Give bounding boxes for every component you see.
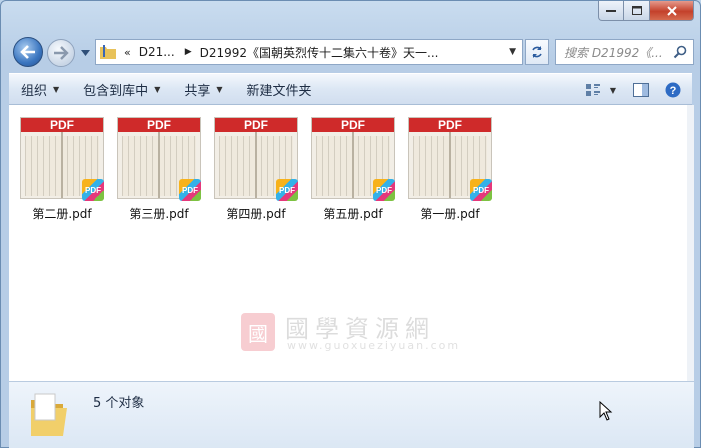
change-view-button[interactable] — [580, 78, 606, 102]
include-in-library-label: 包含到库中 — [83, 83, 149, 99]
file-name[interactable]: 第四册.pdf — [208, 205, 304, 222]
pdf-label: PDF — [21, 118, 103, 132]
file-tile[interactable]: PDF PDF 第三册.pdf — [117, 117, 201, 221]
page-fold — [449, 132, 451, 198]
close-icon — [666, 5, 677, 16]
organize-label: 组织 — [21, 83, 48, 99]
pdf-label: PDF — [118, 118, 200, 132]
folder-icon — [31, 393, 67, 436]
breadcrumb-parent[interactable]: D21... — [139, 45, 175, 59]
folder-icon — [100, 45, 116, 59]
back-button[interactable] — [13, 37, 43, 67]
address-history-dropdown-icon[interactable]: ▼ — [509, 47, 516, 57]
breadcrumb-separator-icon[interactable]: ▶ — [185, 47, 192, 57]
watermark-seal-icon: 國 — [241, 313, 275, 351]
chevron-down-icon: ▼ — [53, 84, 60, 94]
share-label: 共享 — [184, 83, 211, 99]
preview-pane-button[interactable] — [628, 78, 654, 102]
watermark-url: www.guoxueziyuan.com — [287, 339, 461, 352]
breadcrumb-current[interactable]: D21992《国朝英烈传十二集六十卷》天一... — [200, 44, 439, 61]
preview-pane-icon — [633, 83, 649, 97]
address-bar[interactable]: « D21... ▶ D21992《国朝英烈传十二集六十卷》天一... ▼ — [95, 39, 523, 65]
refresh-icon — [532, 46, 542, 58]
page-fold — [158, 132, 160, 198]
pdf-app-badge-icon: PDF — [373, 179, 395, 201]
help-icon: ? — [665, 82, 681, 98]
pdf-app-badge-icon: PDF — [82, 179, 104, 201]
file-tile[interactable]: PDF PDF 第五册.pdf — [311, 117, 395, 221]
organize-menu[interactable]: 组织 ▼ — [9, 77, 71, 101]
new-folder-button[interactable]: 新建文件夹 — [235, 77, 324, 101]
navigation-row: « D21... ▶ D21992《国朝英烈传十二集六十卷》天一... ▼ 搜索… — [9, 35, 694, 69]
page-fold — [255, 132, 257, 198]
svg-text:?: ? — [670, 85, 677, 97]
view-options-dropdown[interactable]: ▼ — [606, 78, 620, 102]
back-arrow-icon — [20, 45, 35, 59]
mouse-cursor-icon — [599, 401, 613, 421]
chevron-down-icon: ▼ — [216, 84, 223, 94]
pdf-label: PDF — [215, 118, 297, 132]
file-tile[interactable]: PDF PDF 第二册.pdf — [20, 117, 104, 221]
chevron-down-icon: ▼ — [609, 85, 617, 95]
recent-pages-button[interactable] — [79, 47, 91, 59]
forward-arrow-icon — [54, 46, 69, 60]
page-fold — [61, 132, 63, 198]
include-in-library-menu[interactable]: 包含到库中 ▼ — [71, 77, 172, 101]
pdf-label: PDF — [409, 118, 491, 132]
file-name[interactable]: 第五册.pdf — [305, 205, 401, 222]
command-bar: 组织 ▼ 包含到库中 ▼ 共享 ▼ 新建文件夹 ▼ ? — [9, 73, 692, 105]
maximize-icon — [631, 6, 642, 15]
file-tile[interactable]: PDF PDF 第一册.pdf — [408, 117, 492, 221]
pdf-app-badge-icon: PDF — [276, 179, 298, 201]
search-input[interactable]: 搜索 D21992《... — [564, 44, 672, 61]
pdf-app-badge-icon: PDF — [470, 179, 492, 201]
file-name[interactable]: 第二册.pdf — [14, 205, 110, 222]
minimize-icon — [606, 9, 616, 12]
details-pane: 5 个对象 — [9, 381, 694, 448]
watermark: 國 國學資源網 www.guoxueziyuan.com — [241, 309, 481, 355]
help-button[interactable]: ? — [660, 78, 686, 102]
refresh-button[interactable] — [525, 39, 549, 65]
file-name[interactable]: 第一册.pdf — [402, 205, 498, 222]
close-button[interactable] — [650, 1, 694, 21]
maximize-button[interactable] — [624, 1, 650, 21]
item-count: 5 个对象 — [93, 396, 145, 411]
explorer-window: « D21... ▶ D21992《国朝英烈传十二集六十卷》天一... ▼ 搜索… — [0, 0, 701, 448]
view-grid-icon — [586, 84, 600, 96]
page-fold — [352, 132, 354, 198]
file-list-view[interactable]: PDF PDF 第二册.pdf PDF PDF 第三册.pdf PDF PDF — [9, 105, 687, 381]
pdf-label: PDF — [312, 118, 394, 132]
chevron-down-icon — [80, 50, 90, 56]
view-controls: ▼ ? — [580, 78, 686, 102]
search-box[interactable]: 搜索 D21992《... — [555, 39, 694, 65]
search-icon[interactable] — [673, 45, 687, 59]
vertical-scrollbar[interactable] — [687, 105, 694, 381]
forward-button[interactable] — [47, 39, 75, 67]
file-tile[interactable]: PDF PDF 第四册.pdf — [214, 117, 298, 221]
caption-buttons — [598, 1, 694, 21]
pdf-app-badge-icon: PDF — [179, 179, 201, 201]
minimize-button[interactable] — [598, 1, 624, 21]
share-menu[interactable]: 共享 ▼ — [172, 77, 234, 101]
new-folder-label: 新建文件夹 — [246, 83, 312, 99]
address-overflow-chevron[interactable]: « — [124, 46, 131, 59]
chevron-down-icon: ▼ — [154, 84, 161, 94]
file-name[interactable]: 第三册.pdf — [111, 205, 207, 222]
